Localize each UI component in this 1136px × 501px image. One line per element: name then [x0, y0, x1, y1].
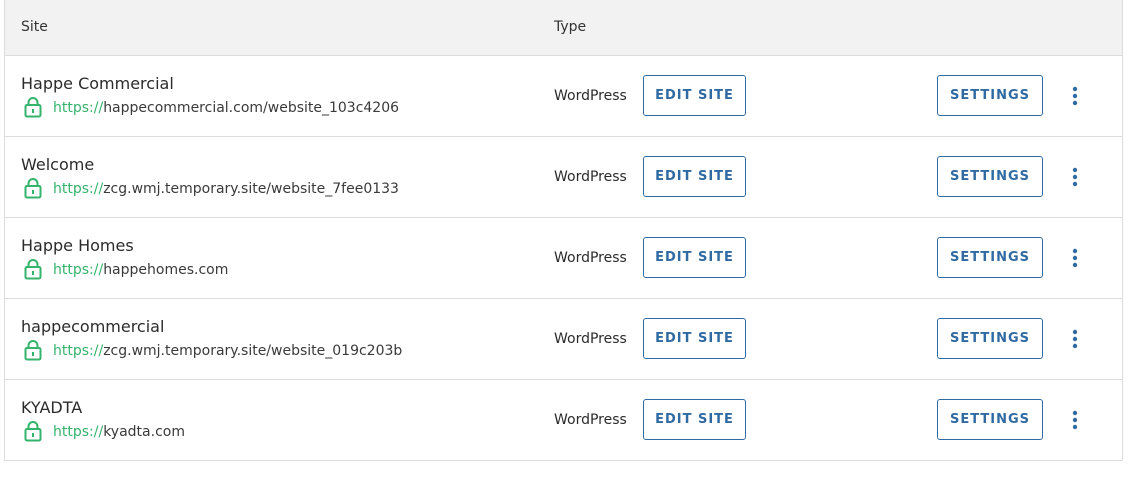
url-host: zcg.wmj.temporary.site/website_019c203b: [103, 343, 403, 359]
url-host: happecommercial.com/website_103c4206: [103, 100, 400, 116]
column-header-site: Site: [21, 19, 48, 35]
settings-button[interactable]: SETTINGS: [937, 237, 1043, 278]
site-type: WordPress: [554, 250, 627, 266]
url-host: kyadta.com: [103, 424, 185, 440]
url-host: zcg.wmj.temporary.site/website_7fee0133: [103, 181, 399, 197]
table-header: Site Type: [5, 0, 1122, 56]
more-vertical-icon[interactable]: [1067, 327, 1083, 351]
site-url-link[interactable]: https://zcg.wmj.temporary.site/website_0…: [53, 342, 402, 360]
lock-icon: [24, 421, 42, 442]
lock-icon: [24, 340, 42, 361]
settings-button[interactable]: SETTINGS: [937, 399, 1043, 440]
url-scheme: https://: [53, 343, 104, 359]
url-scheme: https://: [53, 424, 104, 440]
more-vertical-icon[interactable]: [1067, 84, 1083, 108]
site-name: happecommercial: [21, 317, 165, 336]
lock-icon: [24, 97, 42, 118]
lock-icon: [24, 178, 42, 199]
site-type: WordPress: [554, 88, 627, 104]
lock-icon: [24, 259, 42, 280]
table-row: Happe Homes https://happehomes.com WordP…: [5, 218, 1122, 299]
site-name: Happe Homes: [21, 236, 134, 255]
url-host: happehomes.com: [103, 262, 229, 278]
more-vertical-icon[interactable]: [1067, 165, 1083, 189]
site-name: Happe Commercial: [21, 74, 174, 93]
site-type: WordPress: [554, 412, 627, 428]
settings-button[interactable]: SETTINGS: [937, 318, 1043, 359]
site-type: WordPress: [554, 331, 627, 347]
sites-table: Site Type Happe Commercial https://happe…: [4, 0, 1123, 461]
edit-site-button[interactable]: EDIT SITE: [643, 399, 746, 440]
table-row: Happe Commercial https://happecommercial…: [5, 56, 1122, 137]
site-url-link[interactable]: https://kyadta.com: [53, 423, 185, 441]
settings-button[interactable]: SETTINGS: [937, 156, 1043, 197]
site-name: Welcome: [21, 155, 95, 174]
url-scheme: https://: [53, 181, 104, 197]
table-row: KYADTA https://kyadta.com WordPress EDIT…: [5, 380, 1122, 461]
table-row: happecommercial https://zcg.wmj.temporar…: [5, 299, 1122, 380]
site-type: WordPress: [554, 169, 627, 185]
more-vertical-icon[interactable]: [1067, 408, 1083, 432]
edit-site-button[interactable]: EDIT SITE: [643, 318, 746, 359]
edit-site-button[interactable]: EDIT SITE: [643, 156, 746, 197]
site-name: KYADTA: [21, 398, 83, 417]
url-scheme: https://: [53, 262, 104, 278]
site-url-link[interactable]: https://zcg.wmj.temporary.site/website_7…: [53, 180, 399, 198]
url-scheme: https://: [53, 100, 104, 116]
edit-site-button[interactable]: EDIT SITE: [643, 237, 746, 278]
table-row: Welcome https://zcg.wmj.temporary.site/w…: [5, 137, 1122, 218]
site-url-link[interactable]: https://happehomes.com: [53, 261, 228, 279]
settings-button[interactable]: SETTINGS: [937, 75, 1043, 116]
column-header-type: Type: [554, 19, 587, 35]
more-vertical-icon[interactable]: [1067, 246, 1083, 270]
site-url-link[interactable]: https://happecommercial.com/website_103c…: [53, 99, 399, 117]
edit-site-button[interactable]: EDIT SITE: [643, 75, 746, 116]
